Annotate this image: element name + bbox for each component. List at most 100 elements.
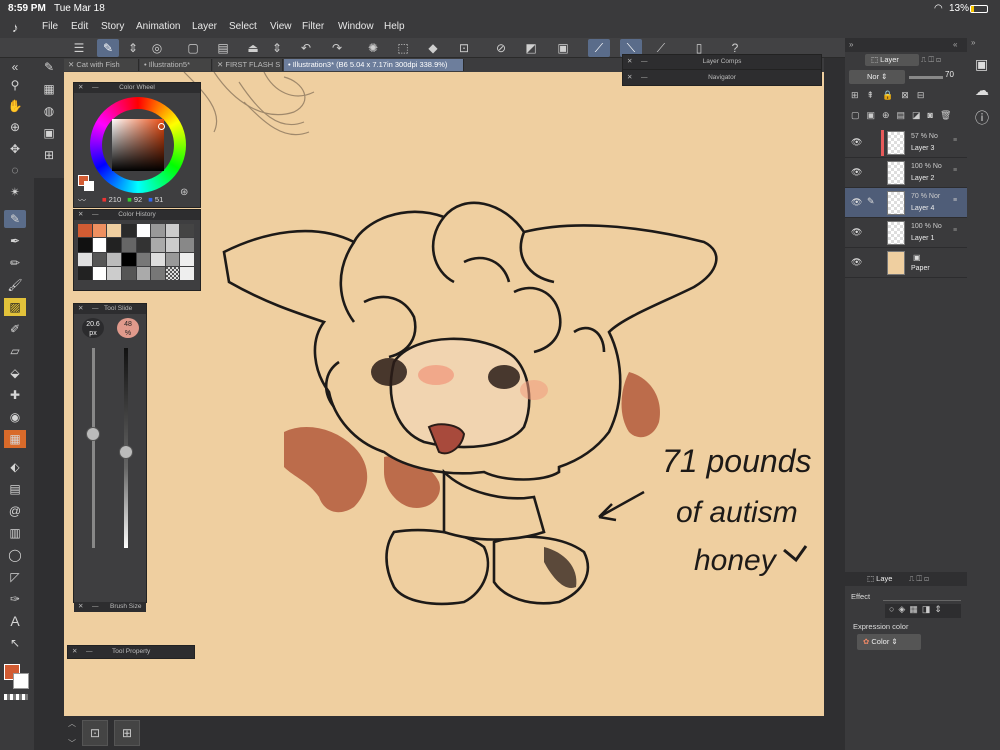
layer-row-layer-4[interactable]: 👁 ✎ 70 % Nor Layer 4 ≡ bbox=[845, 188, 967, 218]
save-layer-icon[interactable]: ▣ bbox=[975, 56, 988, 73]
eye-icon[interactable]: 👁 bbox=[851, 167, 862, 178]
minimize-icon[interactable]: — bbox=[92, 304, 99, 314]
effect-buttons[interactable]: ○◈▦◨⇕ bbox=[885, 604, 961, 618]
pencil-icon[interactable]: ✏ bbox=[4, 254, 26, 272]
collapse-icon[interactable]: » bbox=[849, 40, 853, 49]
collapse-down-icon[interactable]: ﹀ bbox=[68, 738, 76, 749]
tab-property-icons[interactable]: ⎍ ◫ ⊡ bbox=[909, 574, 929, 584]
close-icon[interactable]: ✕ bbox=[72, 646, 77, 658]
blend-mode-select[interactable]: Nor ⇕ bbox=[849, 70, 905, 84]
transparent-color-icon[interactable] bbox=[4, 694, 28, 700]
transform-icon[interactable]: ⬚ bbox=[392, 39, 414, 57]
eye-icon[interactable]: 👁 bbox=[851, 227, 862, 238]
collapse-icon[interactable]: « bbox=[4, 58, 26, 76]
expand-icon[interactable]: « bbox=[953, 40, 957, 49]
layer-tool-icons-row2[interactable]: ▢▣⊕▤◪◙🗑 bbox=[851, 110, 963, 121]
minimize-icon[interactable]: — bbox=[86, 646, 93, 658]
sub-color-swatch[interactable] bbox=[13, 673, 29, 689]
size-slider-handle[interactable] bbox=[86, 427, 100, 441]
zoom-in-icon[interactable]: ⊕ bbox=[4, 118, 26, 136]
hue-ring[interactable] bbox=[90, 97, 186, 193]
crop-icon[interactable]: ⊡ bbox=[453, 39, 475, 57]
layer-tool-icons-row1[interactable]: ⊞⇞🔒⊠⊟ bbox=[851, 90, 963, 101]
eye-icon[interactable]: 👁 bbox=[851, 257, 862, 268]
operation-icon[interactable]: ✑ bbox=[4, 590, 26, 608]
tab-cat-with-fish[interactable]: ✕ Cat with Fish bbox=[64, 59, 139, 71]
pen-icon[interactable]: ✒ bbox=[4, 232, 26, 250]
fit-view-icon[interactable]: ⊡ bbox=[82, 720, 108, 746]
ruler-icon[interactable]: ⟋ bbox=[588, 39, 610, 57]
menu-layer[interactable]: Layer bbox=[192, 21, 217, 32]
drag-handle-icon[interactable]: ≡ bbox=[953, 167, 957, 174]
info-icon[interactable]: ⓘ bbox=[975, 108, 989, 128]
zoom-icon[interactable]: ⚲ bbox=[4, 76, 26, 94]
layer-row-layer-2[interactable]: 👁 100 % No Layer 2 ≡ bbox=[845, 158, 967, 188]
gradient-icon[interactable]: ▦ bbox=[4, 430, 26, 448]
hand-icon[interactable]: ✋ bbox=[4, 97, 26, 115]
collapse-icon[interactable]: » bbox=[971, 38, 975, 47]
undo-icon[interactable]: ↶ bbox=[295, 39, 317, 57]
lasso-icon[interactable]: ◌ bbox=[4, 161, 26, 179]
expression-color-select[interactable]: ✿ Color ⇕ bbox=[857, 634, 921, 650]
open-folder-icon[interactable]: ▤ bbox=[212, 39, 234, 57]
actual-size-icon[interactable]: ⊞ bbox=[114, 720, 140, 746]
tab-first-flash[interactable]: ✕ FIRST FLASH S bbox=[213, 59, 283, 71]
wheel-sub-color[interactable] bbox=[84, 181, 94, 191]
figure-icon[interactable]: ⬖ bbox=[4, 458, 26, 476]
eye-icon[interactable]: 👁 bbox=[851, 197, 862, 208]
loading-icon[interactable]: ✺ bbox=[362, 39, 384, 57]
sub-tool-grid-icon[interactable]: ▦ bbox=[38, 80, 60, 98]
app-logo-icon[interactable]: ♪ bbox=[12, 20, 19, 35]
menu-animation[interactable]: Animation bbox=[136, 21, 180, 32]
opacity-slider-handle[interactable] bbox=[119, 445, 133, 459]
invert-selection-icon[interactable]: ◩ bbox=[520, 39, 542, 57]
redo-icon[interactable]: ↷ bbox=[326, 39, 348, 57]
blend-icon[interactable]: ✚ bbox=[4, 386, 26, 404]
saturation-square[interactable] bbox=[112, 119, 164, 171]
sub-tool-pen-icon[interactable]: ✎ bbox=[38, 58, 60, 76]
spiral-icon[interactable]: @ bbox=[4, 502, 26, 520]
eraser-icon[interactable]: ▱ bbox=[4, 342, 26, 360]
minimize-icon[interactable]: — bbox=[92, 602, 99, 612]
tab-other-icons[interactable]: ⎍ ◫ ⊡ bbox=[921, 54, 965, 66]
menu-filter[interactable]: Filter bbox=[302, 21, 324, 32]
size-slider-track[interactable] bbox=[92, 348, 95, 548]
close-icon[interactable]: ✕ bbox=[78, 602, 83, 612]
text-icon[interactable]: A bbox=[4, 612, 26, 630]
airbrush-icon[interactable]: ▨ bbox=[4, 298, 26, 316]
gradient-tool-icon[interactable]: ▤ bbox=[4, 480, 26, 498]
drag-handle-icon[interactable]: ≡ bbox=[953, 197, 957, 204]
sub-tool-drop-icon[interactable]: ◍ bbox=[38, 102, 60, 120]
brush-tool-icon[interactable]: ✎ bbox=[4, 210, 26, 228]
decoration-icon[interactable]: ✐ bbox=[4, 320, 26, 338]
chevron-updown-icon[interactable]: ⇕ bbox=[122, 39, 144, 57]
fill-icon[interactable]: ◆ bbox=[422, 39, 444, 57]
settings-icon[interactable]: ⊛ bbox=[180, 187, 188, 198]
menu-file[interactable]: File bbox=[42, 21, 58, 32]
fill-bucket-icon[interactable]: ⬙ bbox=[4, 364, 26, 382]
hamburger-menu-icon[interactable]: ☰ bbox=[68, 39, 90, 57]
save-icon[interactable]: ⏏ bbox=[242, 39, 264, 57]
ruler-tool-icon[interactable]: ◸ bbox=[4, 568, 26, 586]
drag-handle-icon[interactable]: ≡ bbox=[953, 137, 957, 144]
target-icon[interactable]: ◎ bbox=[146, 39, 168, 57]
move-icon[interactable]: ✥ bbox=[4, 140, 26, 158]
tab-layer-property[interactable]: ⬚ Laye bbox=[867, 574, 892, 583]
layer-opacity-slider[interactable] bbox=[909, 76, 943, 79]
menu-help[interactable]: Help bbox=[384, 21, 405, 32]
magic-wand-icon[interactable]: ✴ bbox=[4, 183, 26, 201]
water-drop-icon[interactable]: ◉ bbox=[4, 408, 26, 426]
new-file-icon[interactable]: ▢ bbox=[182, 39, 204, 57]
drag-handle-icon[interactable]: ≡ bbox=[953, 227, 957, 234]
deselect-icon[interactable]: ⊘ bbox=[490, 39, 512, 57]
balloon-icon[interactable]: ◯ bbox=[4, 546, 26, 564]
cloud-icon[interactable]: ☁ bbox=[975, 82, 989, 99]
close-icon[interactable]: ✕ bbox=[78, 304, 83, 314]
menu-select[interactable]: Select bbox=[229, 21, 257, 32]
pen-mode-icon[interactable]: ✎ bbox=[97, 39, 119, 57]
sub-tool-frame-icon[interactable]: ▣ bbox=[38, 124, 60, 142]
color-history-grid[interactable] bbox=[78, 224, 194, 280]
sub-tool-nodes-icon[interactable]: ⊞ bbox=[38, 146, 60, 164]
eye-icon[interactable]: 👁 bbox=[851, 137, 862, 148]
menu-window[interactable]: Window bbox=[338, 21, 374, 32]
